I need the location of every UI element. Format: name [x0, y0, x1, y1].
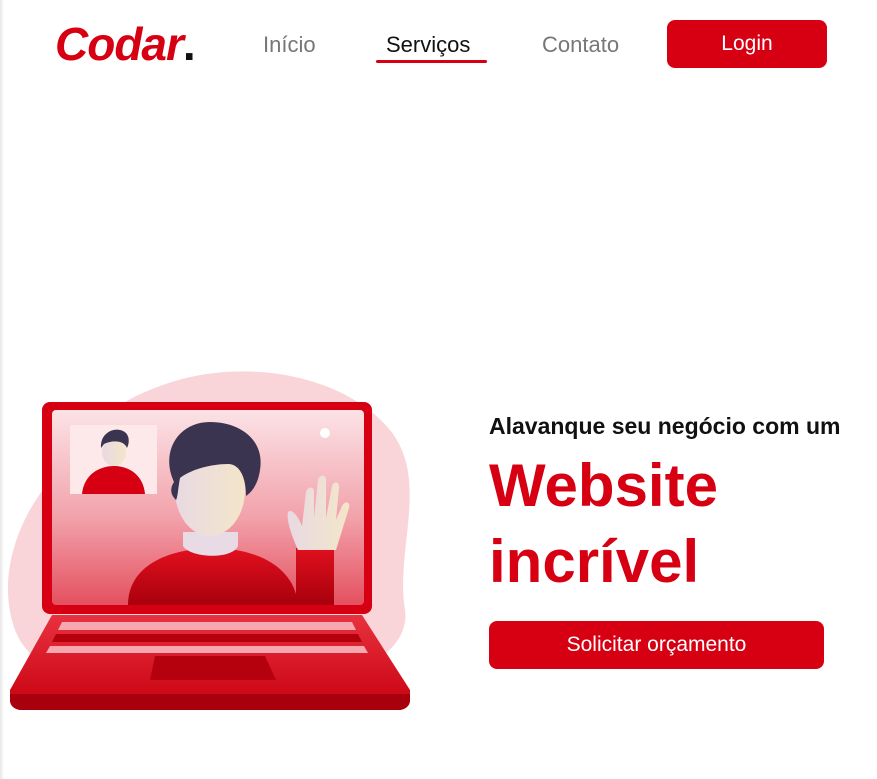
nav-item-contato[interactable]: Contato [542, 30, 619, 60]
login-button[interactable]: Login [667, 20, 827, 68]
keyboard-row [58, 622, 356, 630]
logo-text: Codar [55, 18, 184, 70]
headline-line-1: Website [489, 452, 718, 519]
keyboard-row [52, 634, 362, 642]
hero-subtitle: Alavanque seu negócio com um [489, 413, 841, 439]
logo-dot: . [182, 18, 196, 70]
logo[interactable]: Codar. [55, 14, 196, 74]
headline-line-2: incrível [489, 528, 700, 595]
keyboard-row [46, 646, 368, 653]
camera-dot [320, 428, 330, 438]
active-nav-indicator [376, 60, 487, 63]
hero-text: Alavanque seu negócio com um Website inc… [489, 408, 840, 600]
hero-headline: Website incrível [489, 448, 840, 600]
laptop-video-call-illustration [7, 371, 410, 710]
trackpad [150, 656, 276, 680]
nav-item-servicos[interactable]: Serviços [386, 30, 470, 60]
nav-item-inicio[interactable]: Início [263, 30, 316, 60]
request-quote-button[interactable]: Solicitar orçamento [489, 621, 824, 669]
